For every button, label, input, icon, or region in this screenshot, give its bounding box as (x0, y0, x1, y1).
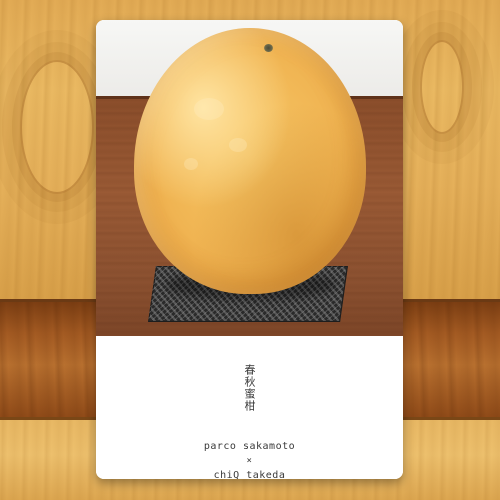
citrus-fruit (134, 28, 366, 294)
postcard-caption: 春秋蜜柑 parco sakamoto × chiQ takeda (96, 336, 403, 479)
card-title: 春秋蜜柑 (243, 364, 256, 412)
postcard: 春秋蜜柑 parco sakamoto × chiQ takeda (96, 20, 403, 479)
credit-line-1: parco sakamoto (203, 441, 296, 452)
credit-line-2: chiQ takeda (213, 470, 286, 479)
fruit-highlight (194, 98, 224, 120)
fruit-stem (264, 44, 273, 52)
credit-separator: × (246, 456, 253, 466)
fruit-highlight (229, 138, 247, 152)
fruit-highlight (184, 158, 198, 170)
wood-knot (20, 60, 94, 194)
wood-knot (420, 40, 464, 134)
postcard-photo (96, 20, 403, 336)
